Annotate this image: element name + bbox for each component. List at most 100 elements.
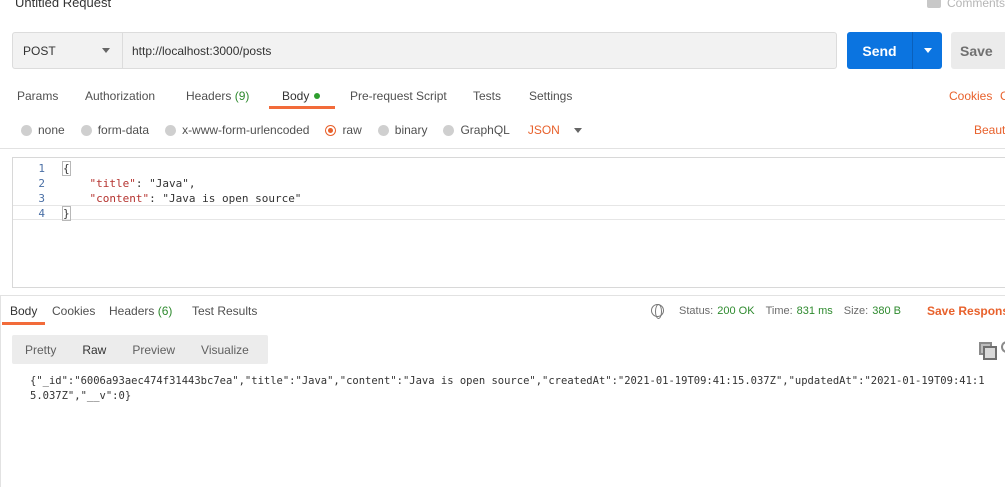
response-headers-label: Headers	[109, 304, 155, 318]
size-value[interactable]: 380 B	[872, 305, 901, 317]
save-response-button[interactable]: Save Response	[927, 304, 1005, 318]
response-view-toolbar: Pretty Raw Preview Visualize	[12, 335, 268, 364]
divider	[0, 148, 1005, 149]
radio-circle	[377, 124, 389, 136]
time-label: Time:	[765, 304, 793, 317]
radio-label: x-www-form-urlencoded	[182, 123, 310, 137]
view-pretty-button[interactable]: Pretty	[12, 335, 69, 364]
tab-headers[interactable]: Headers (9)	[186, 89, 249, 103]
json-comma: ,	[188, 177, 196, 190]
time-value[interactable]: 831 ms	[797, 305, 833, 317]
status-label: Status:	[679, 304, 714, 317]
active-tab-indicator	[269, 106, 335, 109]
json-value: "Java is open source"	[162, 192, 302, 205]
divider	[0, 296, 1, 487]
radio-circle	[21, 124, 32, 136]
response-headers-count: (6)	[157, 304, 173, 318]
radio-graphql[interactable]: GraphQL	[443, 123, 510, 137]
brace: {	[62, 161, 71, 176]
response-meta: Status: 200 OK Time: 831 ms Size: 380 B	[651, 304, 912, 319]
radio-circle	[165, 124, 177, 136]
format-select[interactable]: JSON	[528, 123, 582, 137]
divider	[0, 295, 1005, 296]
size-group: Size: 380 B	[844, 305, 901, 317]
editor-line-active: 4 }	[13, 205, 1005, 221]
radio-circle	[80, 124, 92, 136]
search-icon[interactable]	[1001, 341, 1005, 353]
response-tab-test-results[interactable]: Test Results	[192, 304, 257, 318]
radio-label: raw	[342, 123, 362, 137]
json-sep: :	[135, 177, 150, 190]
url-input[interactable]: http://localhost:3000/posts	[123, 33, 271, 68]
radio-raw[interactable]: raw	[325, 123, 362, 137]
radio-label: none	[38, 123, 65, 137]
view-raw-button[interactable]: Raw	[69, 335, 119, 364]
format-label: JSON	[527, 123, 560, 137]
line-number: 4	[38, 207, 45, 220]
radio-form-data[interactable]: form-data	[80, 123, 150, 137]
response-tab-body[interactable]: Body	[10, 304, 37, 318]
editor-line: 3 "content": "Java is open source"	[13, 191, 1005, 206]
active-response-tab-indicator	[2, 322, 45, 325]
line-code: "content": "Java is open source"	[63, 191, 302, 206]
radio-label: GraphQL	[460, 123, 510, 137]
headers-count: (9)	[234, 89, 250, 103]
send-button[interactable]: Send	[847, 32, 913, 69]
time-group: Time: 831 ms	[766, 305, 833, 317]
request-title[interactable]: Untitled Request	[15, 0, 111, 10]
send-options-button[interactable]	[913, 32, 942, 69]
radio-circle-selected	[325, 124, 337, 136]
body-type-options: none form-data x-www-form-urlencoded raw…	[21, 122, 582, 138]
code-link[interactable]: C	[1000, 89, 1005, 103]
comments-button[interactable]: Comments	[926, 0, 1005, 10]
tab-authorization[interactable]: Authorization	[85, 89, 155, 103]
radio-label: form-data	[97, 123, 150, 137]
line-number: 3	[38, 192, 45, 205]
tab-body[interactable]: Body	[282, 89, 321, 103]
send-button-group: Send	[847, 32, 942, 69]
line-code: }	[62, 206, 71, 221]
tab-body-label: Body	[282, 89, 310, 103]
editor-line: 2 "title": "Java",	[13, 176, 1005, 191]
json-key: "title"	[89, 177, 136, 190]
size-label: Size:	[843, 304, 869, 317]
radio-binary[interactable]: binary	[377, 123, 428, 137]
body-indicator-dot	[314, 93, 321, 99]
line-code: "title": "Java",	[63, 176, 196, 191]
json-value: "Java"	[149, 177, 189, 190]
radio-x-www-form-urlencoded[interactable]: x-www-form-urlencoded	[165, 123, 309, 137]
tab-headers-label: Headers	[186, 89, 232, 103]
save-button[interactable]: Save	[951, 32, 1005, 69]
tab-settings[interactable]: Settings	[529, 89, 572, 103]
method-select[interactable]: POST	[13, 33, 123, 68]
cookies-link[interactable]: Cookies	[949, 89, 992, 103]
status-value[interactable]: 200 OK	[717, 305, 754, 317]
copy-icon[interactable]	[979, 342, 997, 360]
view-preview-button[interactable]: Preview	[119, 335, 188, 364]
response-tab-headers[interactable]: Headers (6)	[109, 304, 172, 318]
line-number: 1	[38, 162, 45, 175]
json-sep: :	[149, 192, 163, 205]
json-key: "content"	[89, 192, 150, 205]
radio-circle	[443, 124, 455, 136]
method-label: POST	[23, 43, 56, 58]
editor-line: 1 {	[13, 161, 1005, 176]
chevron-down-icon	[573, 127, 582, 133]
radio-none[interactable]: none	[21, 123, 65, 137]
body-editor[interactable]: 1 { 2 "title": "Java", 3 "content": "Jav…	[12, 157, 1005, 288]
beautify-link[interactable]: Beaut	[974, 123, 1005, 137]
tab-pre-request-script[interactable]: Pre-request Script	[350, 89, 447, 103]
brace: }	[62, 206, 71, 221]
view-visualize-button[interactable]: Visualize	[188, 335, 262, 364]
response-tab-cookies[interactable]: Cookies	[52, 304, 95, 318]
line-code: {	[62, 161, 71, 176]
tab-params[interactable]: Params	[17, 89, 58, 103]
tab-tests[interactable]: Tests	[473, 89, 501, 103]
request-url-bar: POST http://localhost:3000/posts	[12, 32, 837, 69]
globe-icon[interactable]	[651, 304, 664, 319]
status-group: Status: 200 OK	[679, 305, 755, 317]
response-body-text[interactable]: {"_id":"6006a93aec474f31443bc7ea","title…	[30, 374, 995, 404]
chevron-down-icon	[923, 48, 932, 53]
line-number: 2	[38, 177, 45, 190]
radio-label: binary	[394, 123, 428, 137]
